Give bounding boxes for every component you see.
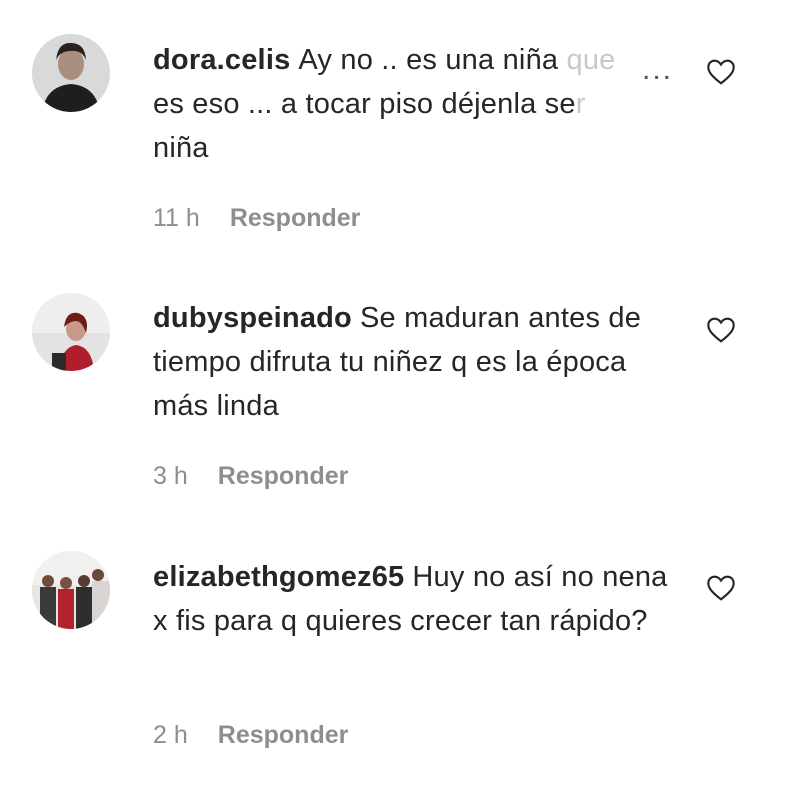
comment-username[interactable]: elizabethgomez65 bbox=[153, 561, 404, 593]
more-options-icon[interactable]: ... bbox=[636, 50, 674, 90]
reply-button[interactable]: Responder bbox=[230, 204, 361, 232]
avatar[interactable] bbox=[32, 293, 110, 371]
comment-timestamp: 2 h bbox=[153, 721, 188, 749]
comment-meta: 2 h Responder bbox=[153, 721, 348, 750]
comment-text-line3: niña bbox=[153, 132, 209, 164]
comment-timestamp: 11 h bbox=[153, 204, 200, 232]
comment-text-line2: es eso ... a tocar piso déjenla se bbox=[153, 88, 576, 120]
comment-text: dora.celis Ay no .. es una niña que es es… bbox=[153, 38, 673, 170]
avatar[interactable] bbox=[32, 34, 110, 112]
heart-outline-icon[interactable] bbox=[705, 572, 737, 604]
comment-text-faded: que bbox=[566, 44, 616, 76]
comment-meta: 11 h Responder bbox=[153, 204, 360, 233]
comment-username[interactable]: dubyspeinado bbox=[153, 302, 352, 334]
comment-text: dubyspeinado Se maduran antes de tiempo d… bbox=[153, 296, 673, 428]
reply-button[interactable]: Responder bbox=[218, 462, 349, 490]
comment-text: elizabethgomez65 Huy no así no nena x fis… bbox=[153, 555, 673, 643]
comment-meta: 3 h Responder bbox=[153, 462, 348, 491]
avatar[interactable] bbox=[32, 551, 110, 629]
comment-text-faded: r bbox=[575, 88, 586, 120]
comment-timestamp: 3 h bbox=[153, 462, 188, 490]
heart-outline-icon[interactable] bbox=[705, 314, 737, 346]
reply-button[interactable]: Responder bbox=[218, 721, 349, 749]
comment-username[interactable]: dora.celis bbox=[153, 44, 290, 76]
comment-text-line1: Ay no .. es una niña bbox=[298, 44, 567, 76]
heart-outline-icon[interactable] bbox=[705, 56, 737, 88]
